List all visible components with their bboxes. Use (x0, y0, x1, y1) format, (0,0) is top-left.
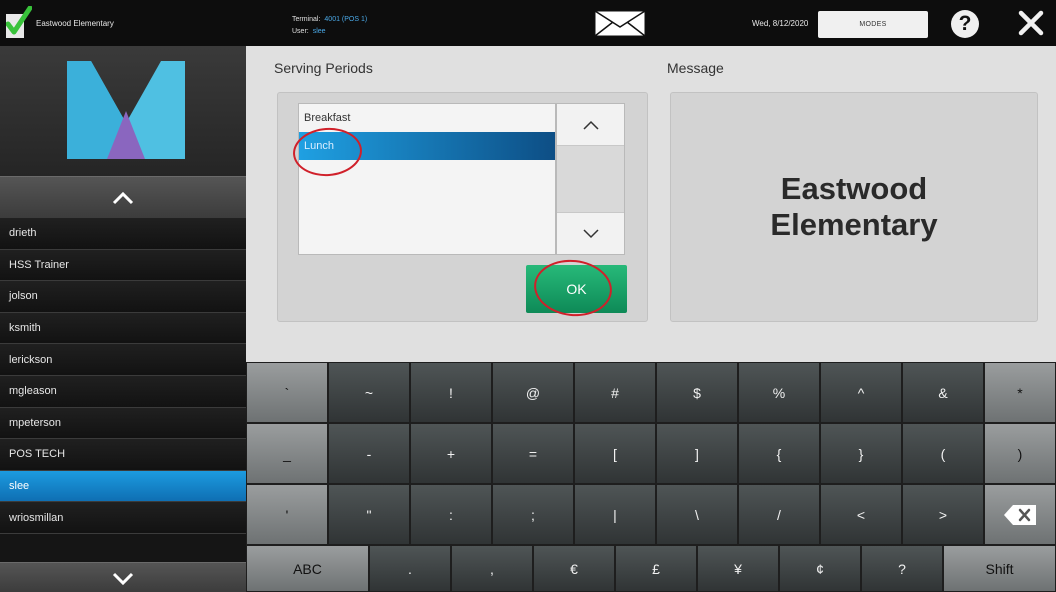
chevron-up-icon (582, 120, 599, 130)
key[interactable]: # (574, 362, 656, 423)
key[interactable]: _ (246, 423, 328, 484)
key[interactable]: < (820, 484, 902, 545)
period-scroll-up-button[interactable] (557, 104, 624, 146)
key[interactable]: & (902, 362, 984, 423)
onscreen-keyboard: ` ~ ! @ # $ % ^ & * _ - + = [ ] { } ( ) … (246, 362, 1056, 592)
user-label: User: (292, 28, 309, 35)
abc-key[interactable]: ABC (246, 545, 369, 592)
scroll-down-button[interactable] (0, 562, 246, 592)
message-text: Eastwood Elementary (770, 171, 938, 242)
modes-button[interactable]: MODES (818, 11, 928, 38)
key[interactable]: : (410, 484, 492, 545)
key[interactable]: / (738, 484, 820, 545)
user-item[interactable]: ksmith (0, 312, 246, 345)
user-item[interactable]: lerickson (0, 344, 246, 376)
period-list: Breakfast Lunch (298, 103, 556, 255)
period-scroll-down-button[interactable] (557, 212, 624, 254)
date-display: Wed, 8/12/2020 (752, 19, 809, 28)
terminal-label: Terminal: (292, 16, 321, 23)
key[interactable]: * (984, 362, 1056, 423)
user-list: drieth HSS Trainer jolson ksmith lericks… (0, 218, 246, 534)
list-spacer (0, 534, 246, 562)
serving-periods-box: Breakfast Lunch OK (277, 92, 648, 322)
main-panel: Serving Periods Message Breakfast Lunch … (246, 46, 1056, 362)
backspace-key[interactable] (984, 484, 1056, 545)
check-icon (6, 6, 32, 38)
user-item[interactable]: drieth (0, 218, 246, 250)
key[interactable]: ~ (328, 362, 410, 423)
user-item[interactable]: HSS Trainer (0, 249, 246, 282)
user-item[interactable]: mgleason (0, 375, 246, 408)
key[interactable]: \ (656, 484, 738, 545)
scroll-up-button[interactable] (0, 176, 246, 218)
shift-key[interactable]: Shift (943, 545, 1056, 592)
period-scrollbar (556, 103, 625, 255)
key[interactable]: , (451, 545, 533, 592)
key[interactable]: @ (492, 362, 574, 423)
key[interactable]: ¥ (697, 545, 779, 592)
keyboard-row-3: ' " : ; | \ / < > (246, 484, 1056, 545)
keyboard-row-2: _ - + = [ ] { } ( ) (246, 423, 1056, 484)
key[interactable]: $ (656, 362, 738, 423)
key[interactable]: | (574, 484, 656, 545)
terminal-info: Terminal: 4001 (POS 1) User: slee (292, 14, 367, 38)
key[interactable]: ^ (820, 362, 902, 423)
user-item[interactable]: wriosmillan (0, 502, 246, 534)
message-box: Eastwood Elementary (670, 92, 1038, 322)
school-name: Eastwood Elementary (36, 19, 114, 28)
key[interactable]: ( (902, 423, 984, 484)
user-item[interactable]: mpeterson (0, 407, 246, 440)
key[interactable]: { (738, 423, 820, 484)
key[interactable]: ] (656, 423, 738, 484)
chevron-up-icon (112, 191, 134, 204)
message-title: Message (667, 60, 724, 76)
key[interactable]: - (328, 423, 410, 484)
terminal-value: 4001 (POS 1) (324, 16, 368, 23)
chevron-down-icon (582, 228, 599, 238)
key[interactable]: . (369, 545, 451, 592)
m-logo (67, 61, 185, 159)
key[interactable]: ; (492, 484, 574, 545)
key[interactable]: " (328, 484, 410, 545)
pos-screen: Eastwood Elementary Terminal: 4001 (POS 1… (0, 0, 1056, 592)
period-item-selected[interactable]: Lunch (299, 132, 555, 160)
key[interactable]: } (820, 423, 902, 484)
close-icon[interactable] (1016, 8, 1046, 38)
key[interactable]: + (410, 423, 492, 484)
keyboard-row-4: ABC . , € £ ¥ ¢ ? Shift (246, 545, 1056, 592)
key[interactable]: ! (410, 362, 492, 423)
backspace-icon (1004, 504, 1036, 525)
key[interactable]: % (738, 362, 820, 423)
user-item[interactable]: jolson (0, 281, 246, 313)
key[interactable]: ' (246, 484, 328, 545)
ok-button[interactable]: OK (526, 265, 627, 313)
keyboard-row-1: ` ~ ! @ # $ % ^ & * (246, 362, 1056, 423)
key[interactable]: £ (615, 545, 697, 592)
help-icon[interactable]: ? (951, 10, 979, 38)
key[interactable]: ` (246, 362, 328, 423)
serving-periods-title: Serving Periods (274, 60, 373, 76)
mail-icon[interactable] (594, 10, 646, 37)
key[interactable]: ) (984, 423, 1056, 484)
user-value: slee (312, 28, 326, 35)
key[interactable]: ¢ (779, 545, 861, 592)
user-item-selected[interactable]: slee (0, 470, 246, 503)
key[interactable]: > (902, 484, 984, 545)
period-item[interactable]: Breakfast (299, 104, 555, 132)
user-item[interactable]: POS TECH (0, 439, 246, 471)
key[interactable]: = (492, 423, 574, 484)
top-bar: Eastwood Elementary Terminal: 4001 (POS 1… (0, 0, 1056, 46)
key[interactable]: [ (574, 423, 656, 484)
key[interactable]: ? (861, 545, 943, 592)
chevron-down-icon (112, 572, 134, 585)
key[interactable]: € (533, 545, 615, 592)
logo-area (0, 46, 246, 176)
user-sidebar: drieth HSS Trainer jolson ksmith lericks… (0, 46, 246, 592)
